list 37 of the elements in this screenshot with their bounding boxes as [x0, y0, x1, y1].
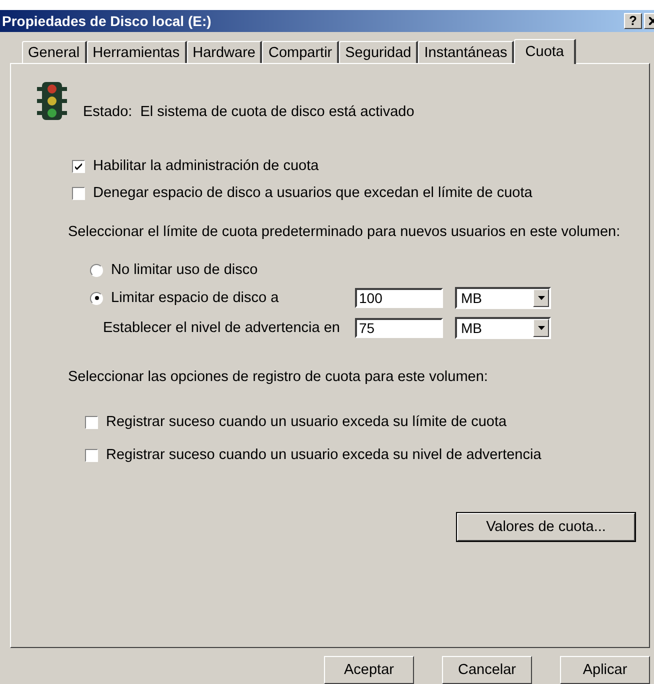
checkbox-label[interactable]: Denegar espacio de disco a usuarios que excedan el límite de cuota [93, 185, 532, 202]
checkbox[interactable] [85, 448, 98, 462]
tab[interactable]: Cuota [514, 39, 576, 64]
help-button[interactable]: ? [624, 12, 642, 29]
section-label: Seleccionar las opciones de registro de cuota para este volumen: [68, 369, 489, 386]
checkbox[interactable] [72, 160, 85, 173]
dialog-button[interactable]: Aplicar [560, 656, 650, 684]
tab[interactable]: Herramientas [86, 41, 187, 64]
dropdown-arrow-icon [538, 326, 544, 330]
tab[interactable]: Compartir [262, 41, 340, 64]
checkbox[interactable] [85, 416, 98, 429]
warning-field[interactable]: 75 [355, 318, 443, 338]
tab[interactable]: Instantáneas [418, 41, 514, 64]
checkbox-label[interactable]: Registrar suceso cuando un usuario exceda su nivel de advertencia [106, 447, 542, 464]
radio-label[interactable]: Limitar espacio de disco a [111, 290, 355, 306]
unit-dropdown[interactable]: MB [455, 317, 551, 340]
warning-label: Establecer el nivel de advertencia en [103, 320, 341, 336]
checkbox[interactable] [72, 186, 85, 200]
checkbox-label[interactable]: Registrar suceso cuando un usuario exceda su límite de cuota [106, 414, 507, 430]
radio-label[interactable]: No limitar uso de disco [111, 262, 355, 278]
dialog-button[interactable]: Cancelar [442, 656, 532, 684]
radio-button[interactable] [90, 264, 103, 277]
radio-button[interactable] [90, 292, 103, 305]
quota-values-button[interactable]: Valores de cuota... [457, 513, 635, 542]
tab[interactable]: Seguridad [339, 41, 418, 64]
section-label: Seleccionar el límite de cuota predeterminado para nuevos usuarios en este volumen: [68, 224, 622, 240]
traffic-light-icon [35, 82, 69, 120]
dialog-button[interactable]: Aceptar [324, 656, 414, 684]
status-text: Estado: El sistema de cuota de disco está activado [83, 104, 414, 120]
check-icon [74, 162, 83, 171]
limit-field[interactable]: 100 [355, 288, 443, 308]
window-title: Propiedades de Disco local (E:) [2, 12, 212, 29]
tab[interactable]: Hardware [186, 41, 262, 64]
dropdown-arrow-icon [538, 296, 544, 300]
tab[interactable]: General [22, 41, 87, 64]
checkbox-label[interactable]: Habilitar la administración de cuota [93, 158, 319, 174]
unit-dropdown[interactable]: MB [455, 287, 551, 310]
